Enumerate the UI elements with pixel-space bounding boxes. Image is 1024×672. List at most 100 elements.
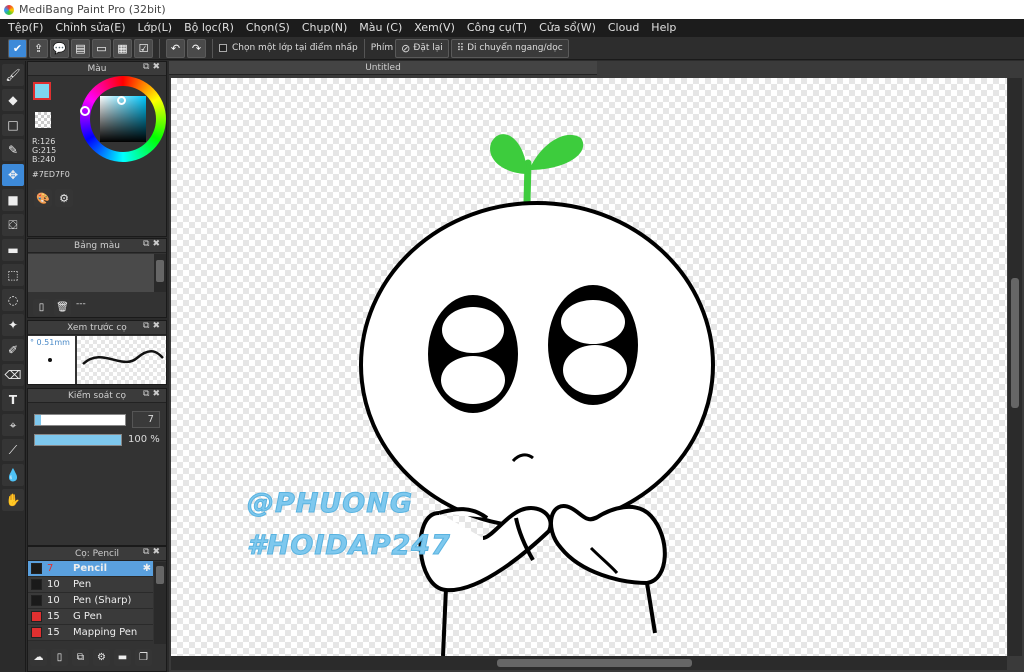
vertical-scrollbar[interactable] [1008,78,1022,656]
menu-tools[interactable]: Công cụ(T) [461,19,533,37]
lasso-select-icon[interactable]: ◌ [2,289,24,311]
cloud-check-icon[interactable]: ✔ [8,38,27,58]
move-tool-icon[interactable]: ✥ [2,164,24,186]
panel-header: Cọ: Pencil ⧉✖ [28,547,166,561]
brush-size-input[interactable]: 7 [132,411,160,428]
brush-size-slider[interactable] [34,414,126,426]
menu-filter[interactable]: Bộ lọc(R) [178,19,240,37]
key-label: Phím [370,43,394,53]
new-page-icon[interactable]: ▯ [33,299,50,316]
palette-icon[interactable]: 🎨 [34,189,52,207]
menu-cloud[interactable]: Cloud [602,19,645,37]
palette-settings-icon[interactable]: ⚙ [55,189,73,207]
folder-icon[interactable]: ▬ [114,649,131,666]
brush-size: 15 [47,627,60,638]
pen-nib-icon[interactable]: ✎ [2,139,24,161]
horizontal-scrollbar[interactable] [171,656,1007,670]
reset-button[interactable]: ⊘ Đặt lại [395,38,449,58]
green-value: G:215 [32,146,57,155]
menu-layer[interactable]: Lớp(L) [132,19,179,37]
duplicate-brush-icon[interactable]: ⧉ [72,649,89,666]
brush-list-title: Cọ: Pencil [75,548,119,559]
panel-controls-icon[interactable]: ⧉✖ [143,547,163,557]
opacity-slider[interactable] [34,434,122,446]
menu-color[interactable]: Màu (C) [353,19,408,37]
add-brush-cloud-icon[interactable]: ☁ [30,649,47,666]
rect-select-icon[interactable]: ⬚ [2,264,24,286]
panel-controls-icon[interactable]: ⧉✖ [143,239,163,249]
hand-tool-icon[interactable]: ✋ [2,489,24,511]
primary-color-swatch[interactable] [33,82,51,100]
brush-item-pen-sharp[interactable]: 10 Pen (Sharp) [28,593,153,609]
gradient-icon[interactable]: ▬ [2,239,24,261]
menu-help[interactable]: Help [645,19,682,37]
menu-window[interactable]: Cửa sổ(W) [533,19,602,37]
menu-file[interactable]: Tệp(F) [2,19,49,37]
document-tab[interactable]: Untitled [169,61,597,75]
undo-icon[interactable]: ↶ [166,38,185,58]
fill-rect-icon[interactable]: ■ [2,189,24,211]
brush-list: 7 Pencil ✱ 10 Pen 10 Pen (Sharp) 15 G Pe… [28,561,153,641]
select-layer-checkbox[interactable]: Chọn một lớp tại điểm nhấp [219,43,358,53]
eraser-tool-icon[interactable]: ◆ [2,89,24,111]
brush-list-scrollbar[interactable] [154,562,166,644]
redo-icon[interactable]: ↷ [187,38,206,58]
head-outline [359,201,715,529]
speech-bubble-icon[interactable]: 💬 [50,38,69,58]
reset-label: Đặt lại [413,43,443,53]
panel-controls-icon[interactable]: ⧉✖ [143,389,163,399]
panel-controls-icon[interactable]: ⧉✖ [143,321,163,331]
brush-color-swatch [31,563,42,574]
upload-icon[interactable]: ⇪ [29,38,48,58]
new-brush-icon[interactable]: ▯ [51,649,68,666]
bucket-fill-icon[interactable]: ⛋ [2,214,24,236]
select-pen-icon[interactable]: ✐ [2,339,24,361]
checkbox-box[interactable] [219,44,227,52]
trash-icon[interactable]: 🗑 [54,299,71,316]
operation-tool-icon[interactable]: ⌖ [2,414,24,436]
select-layer-label: Chọn một lớp tại điểm nhấp [232,43,358,53]
sv-handle[interactable] [117,96,126,105]
select-eraser-icon[interactable]: ⌫ [2,364,24,386]
copy-icon[interactable]: ❐ [135,649,152,666]
brush-name: Mapping Pen [73,627,138,638]
horizontal-scroll-thumb[interactable] [497,659,692,667]
menu-view[interactable]: Xem(V) [408,19,461,37]
gear-icon[interactable]: ✱ [143,563,151,574]
palette-swatch-area[interactable] [28,254,154,292]
eyedropper-icon[interactable]: 💧 [2,464,24,486]
menu-select[interactable]: Chọn(S) [240,19,296,37]
menu-edit[interactable]: Chỉnh sửa(E) [49,19,131,37]
palette-panel: Bảng màu ⧉✖ ▯ 🗑 --- [27,238,167,318]
brush-item-g-pen[interactable]: 15 G Pen [28,609,153,625]
brush-tool-icon[interactable]: 🖌 [2,64,24,86]
magic-wand-icon[interactable]: ✦ [2,314,24,336]
divide-tool-icon[interactable]: ⟋ [2,439,24,461]
brush-item-pencil[interactable]: 7 Pencil ✱ [28,561,153,577]
brush-settings-icon[interactable]: ⚙ [93,649,110,666]
color-panel-title: Màu [87,63,107,74]
panel-controls-icon[interactable]: ⧉✖ [143,62,163,72]
transparent-swatch[interactable] [35,112,51,128]
dot-tool-icon[interactable]: □ [2,114,24,136]
menu-snap[interactable]: Chụp(N) [296,19,353,37]
palette-scrollbar[interactable] [154,254,166,292]
brush-preview-title: Xem trước cọ [67,322,127,333]
move-horizontal-vertical-button[interactable]: ⠿ Di chuyển ngang/dọc [450,38,569,58]
hue-handle[interactable] [80,106,90,116]
color-wheel[interactable] [80,76,166,162]
brush-item-pen[interactable]: 10 Pen [28,577,153,593]
comment-icon[interactable]: ▤ [71,38,90,58]
page-icon[interactable]: ▭ [92,38,111,58]
drawing-canvas[interactable]: @PHUONG #HOIDAP247 [171,78,1007,656]
vertical-scroll-thumb[interactable] [1011,278,1019,408]
layout-icon[interactable]: ▦ [113,38,132,58]
toolbar: ✔ ⇪ 💬 ▤ ▭ ▦ ☑ ↶ ↷ Chọn một lớp tại điểm … [0,37,1024,60]
brush-color-swatch [31,627,42,638]
no-entry-icon: ⊘ [401,41,411,55]
brush-item-mapping-pen[interactable]: 15 Mapping Pen [28,625,153,641]
text-tool-icon[interactable]: T [2,389,24,411]
brush-size-preview: ° 0.51mm [28,336,75,384]
checklist-icon[interactable]: ☑ [134,38,153,58]
palette-footer: --- [76,299,86,309]
